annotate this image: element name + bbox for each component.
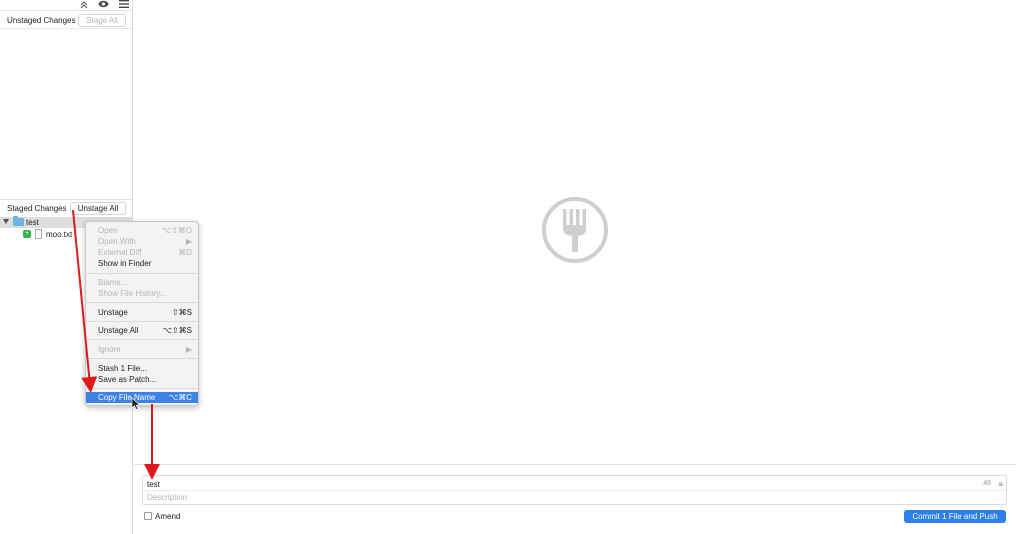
unstaged-changes-title: Unstaged Changes bbox=[7, 16, 76, 25]
menu-item-open[interactable]: Open ⌥⇧⌘O bbox=[86, 225, 198, 236]
unstaged-changes-header: Unstaged Changes Stage All bbox=[0, 12, 132, 29]
fork-logo-icon bbox=[542, 197, 608, 263]
menu-item-ignore[interactable]: Ignore ▶ bbox=[86, 344, 198, 355]
menu-item-copy-file-name[interactable]: Copy File Name ⌥⌘C bbox=[86, 392, 198, 403]
menu-separator bbox=[86, 388, 198, 389]
staged-changes-title: Staged Changes bbox=[7, 204, 67, 213]
commit-panel: test 46 ≡ Description Amend Commit 1 Fil… bbox=[134, 464, 1016, 534]
submenu-arrow-icon: ▶ bbox=[185, 237, 192, 246]
eye-icon[interactable] bbox=[97, 0, 109, 11]
menu-item-unstage[interactable]: Unstage ⇧⌘S bbox=[86, 307, 198, 318]
menu-item-show-file-history[interactable]: Show File History... bbox=[86, 288, 198, 299]
chevron-up-icon[interactable] bbox=[78, 0, 90, 11]
menu-item-blame[interactable]: Blame... bbox=[86, 277, 198, 288]
menu-item-show-in-finder[interactable]: Show in Finder bbox=[86, 258, 198, 269]
commit-summary-input[interactable]: test bbox=[147, 480, 160, 489]
character-counter: 46 bbox=[983, 480, 991, 487]
menu-separator bbox=[86, 321, 198, 322]
amend-label: Amend bbox=[155, 512, 181, 521]
disclosure-triangle-icon[interactable] bbox=[3, 219, 9, 224]
menu-item-unstage-all[interactable]: Unstage All ⌥⇧⌘S bbox=[86, 325, 198, 336]
file-name: moo.txt bbox=[46, 230, 73, 239]
context-menu: Open ⌥⇧⌘O Open With ▶ External Diff ⌘D Show… bbox=[85, 221, 199, 406]
sidebar-toolbar bbox=[0, 0, 132, 11]
submenu-arrow-icon: ▶ bbox=[185, 345, 192, 354]
staged-changes-header: Staged Changes Unstage All bbox=[0, 199, 132, 216]
commit-message-box[interactable]: test 46 ≡ Description bbox=[142, 475, 1007, 505]
menu-separator bbox=[86, 358, 198, 359]
folder-name: test bbox=[26, 218, 39, 227]
amend-checkbox[interactable] bbox=[144, 512, 152, 520]
lines-icon: ≡ bbox=[998, 480, 1003, 489]
diff-view-empty bbox=[134, 0, 1016, 464]
folder-icon bbox=[13, 216, 24, 226]
app-window: Unstaged Changes Stage All Staged Change… bbox=[0, 0, 1016, 534]
menu-item-external-diff[interactable]: External Diff ⌘D bbox=[86, 247, 198, 258]
menu-separator bbox=[86, 302, 198, 303]
added-status-icon: + bbox=[23, 230, 31, 238]
message-divider bbox=[143, 490, 1006, 491]
commit-and-push-button[interactable]: Commit 1 File and Push bbox=[904, 510, 1006, 523]
unstage-all-button[interactable]: Unstage All bbox=[70, 202, 126, 215]
menu-item-open-with[interactable]: Open With ▶ bbox=[86, 236, 198, 247]
menu-item-stash-file[interactable]: Stash 1 File... bbox=[86, 363, 198, 374]
file-icon bbox=[35, 229, 42, 239]
stage-all-button[interactable]: Stage All bbox=[78, 14, 126, 27]
hamburger-menu-icon[interactable] bbox=[118, 0, 130, 11]
menu-separator bbox=[86, 273, 198, 274]
commit-description-input[interactable]: Description bbox=[147, 493, 187, 502]
menu-item-save-as-patch[interactable]: Save as Patch... bbox=[86, 374, 198, 385]
menu-separator bbox=[86, 339, 198, 340]
